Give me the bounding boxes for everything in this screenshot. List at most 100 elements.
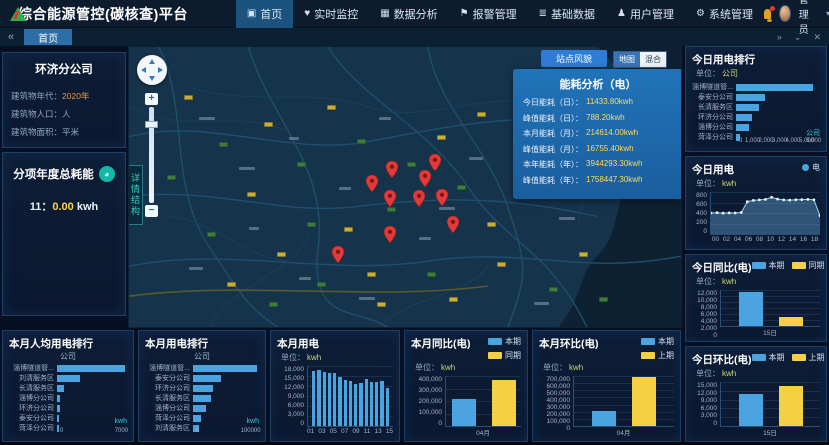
heart-icon: ♥ — [304, 8, 310, 19]
nav-item-1[interactable]: ♥实时监控 — [293, 0, 369, 28]
legend-item[interactable]: 本期 — [488, 336, 521, 347]
bar-row[interactable]: 淄博分公司 — [145, 403, 259, 413]
panel-title: 分项年度总耗能 — [13, 166, 94, 182]
panel-title: 今日环比(电) — [692, 352, 752, 367]
panel-title: 今日用电 — [692, 162, 734, 177]
bar-row[interactable]: 环济分公司 — [145, 383, 259, 393]
unit-label: 单位：kwh — [696, 368, 820, 379]
popup-row: 峰值能耗（年）：1758447.30kwh — [523, 175, 673, 186]
panel-today-rank: 今日用电排行 单位：公司 淄博隧道管...泰安分公司长清服务区环济分公司淄博分公… — [685, 46, 827, 152]
bar-row[interactable]: 菏泽分公司 — [145, 413, 259, 423]
user-name[interactable]: 管理员 — [799, 0, 818, 36]
info-field: 建筑物面积：平米 — [11, 126, 117, 138]
legend-item[interactable]: 本期 — [641, 336, 674, 347]
map-pin-icon[interactable] — [446, 216, 460, 239]
bar-row[interactable]: 淄博隧道管... — [692, 82, 820, 92]
zoom-out-button[interactable]: − — [145, 205, 158, 217]
legend-item[interactable]: 本期 — [752, 260, 785, 271]
map-pin-icon[interactable] — [383, 190, 397, 213]
bar — [380, 381, 383, 426]
map-pin-icon[interactable] — [383, 226, 397, 249]
map-pin-icon[interactable] — [385, 161, 399, 184]
collapse-tabs-icon[interactable]: « — [8, 32, 14, 43]
road-badge-icon — [344, 227, 353, 232]
bar-row[interactable]: 环济分公司 — [9, 403, 127, 413]
road-badge-icon — [477, 112, 486, 117]
bar — [338, 377, 341, 426]
legend-item[interactable]: 同期 — [488, 350, 521, 361]
nav-item-0[interactable]: ▣首页 — [236, 0, 293, 28]
road-badge-icon — [184, 95, 193, 100]
unit-label: 单位：kwh — [281, 352, 393, 363]
map-zoom-slider[interactable]: + − — [145, 93, 158, 217]
map-canvas[interactable]: + − 详情结构 站点风貌 地图 混合 能耗分析（电） 今日能耗（日）：1143… — [128, 46, 682, 328]
bar-row[interactable]: 长清服务区 — [9, 383, 127, 393]
place-label — [559, 217, 575, 220]
place-label — [469, 157, 483, 160]
bar-row[interactable]: 淄博分公司 — [9, 393, 127, 403]
panel-today-yoy: 今日同比(电) 本期同期 单位：kwh 12,00010,0008,0006,0… — [685, 254, 827, 342]
place-label — [289, 137, 299, 140]
road-badge-icon — [377, 302, 386, 307]
place-label — [249, 227, 259, 230]
panel-title: 本月环比(电) — [539, 336, 599, 351]
nav-item-4[interactable]: ≣基础数据 — [528, 0, 606, 28]
layer-map-option[interactable]: 地图 — [614, 52, 640, 67]
bar-row[interactable]: 刘清服务区 — [9, 373, 127, 383]
map-pin-icon[interactable] — [435, 189, 449, 212]
place-label — [339, 187, 351, 190]
bar-row[interactable]: 淄博隧道管... — [145, 363, 259, 373]
today-yoy-bar-chart: 12,00010,0008,0006,0004,0002,000015日 — [692, 290, 820, 336]
bar-row[interactable]: 泰安分公司 — [9, 413, 127, 423]
unit-label: 单位：kwh — [543, 362, 674, 373]
road-badge-icon — [549, 287, 558, 292]
unit-label: 单位：kwh — [696, 178, 820, 189]
panel-title: 本月用电排行 — [145, 336, 208, 351]
legend-item[interactable]: 同期 — [792, 260, 825, 271]
legend-item[interactable]: 上期 — [792, 352, 825, 363]
bar-row[interactable]: 淄博隧道管... — [9, 363, 127, 373]
place-label — [534, 302, 549, 305]
zoom-track[interactable] — [149, 107, 154, 203]
panel-month-percap-rank: 本月人均用电排行 公司淄博隧道管...刘清服务区长清服务区淄博分公司环济分公司泰… — [2, 330, 134, 442]
map-pan-control[interactable] — [137, 55, 167, 85]
road-badge-icon — [207, 232, 216, 237]
bar-row[interactable]: 淄博分公司 — [692, 122, 820, 132]
nav-item-2[interactable]: ▦数据分析 — [369, 0, 448, 28]
bar — [375, 382, 378, 426]
bar-row[interactable]: 环济分公司 — [692, 112, 820, 122]
bar-row[interactable]: 长清服务区 — [145, 393, 259, 403]
user-avatar[interactable] — [779, 5, 791, 22]
site-view-button[interactable]: 站点风貌 — [541, 50, 607, 67]
notifications-bell-icon[interactable] — [764, 9, 771, 19]
popup-row: 今日能耗（日）：11433.80kwh — [523, 97, 673, 108]
bar-row[interactable]: 泰安分公司 — [692, 92, 820, 102]
panel-today-power: 今日用电 电 单位：kwh 80060040020000002040608101… — [685, 156, 827, 250]
detail-structure-tab[interactable]: 详情结构 — [129, 165, 143, 225]
bar-row[interactable]: 长清服务区 — [692, 102, 820, 112]
gauge-icon[interactable]: ◕ — [99, 166, 115, 182]
zoom-in-button[interactable]: + — [145, 93, 158, 105]
nav-item-3[interactable]: ⚑报警管理 — [449, 0, 528, 28]
panel-title: 环济分公司 — [9, 61, 119, 77]
legend-item[interactable]: 电 — [802, 162, 820, 173]
map-pin-icon[interactable] — [331, 246, 345, 269]
bar-本期 — [739, 394, 763, 426]
bar-同期 — [492, 380, 516, 426]
nav-item-6[interactable]: ⚙系统管理 — [685, 0, 764, 28]
road-badge-icon — [247, 192, 256, 197]
app-root: 综合能源管控(碳核查)平台 ▣首页♥实时监控▦数据分析⚑报警管理≣基础数据♟用户… — [0, 0, 829, 445]
tab-home[interactable]: 首页 — [24, 29, 72, 45]
bar-本期 — [739, 292, 763, 326]
layer-hybrid-option[interactable]: 混合 — [640, 52, 666, 67]
map-pin-icon[interactable] — [412, 190, 426, 213]
place-label — [299, 277, 311, 280]
zoom-slider-handle[interactable] — [145, 121, 158, 128]
legend-item[interactable]: 上期 — [641, 350, 674, 361]
map-pin-icon[interactable] — [365, 175, 379, 198]
bar-row[interactable]: 泰安分公司 — [145, 373, 259, 383]
today-mom-bar-chart: 15,00012,0009,0006,0003,000015日 — [692, 382, 820, 436]
legend-item[interactable]: 本期 — [752, 352, 785, 363]
nav-item-5[interactable]: ♟用户管理 — [606, 0, 685, 28]
road-badge-icon — [219, 142, 228, 147]
